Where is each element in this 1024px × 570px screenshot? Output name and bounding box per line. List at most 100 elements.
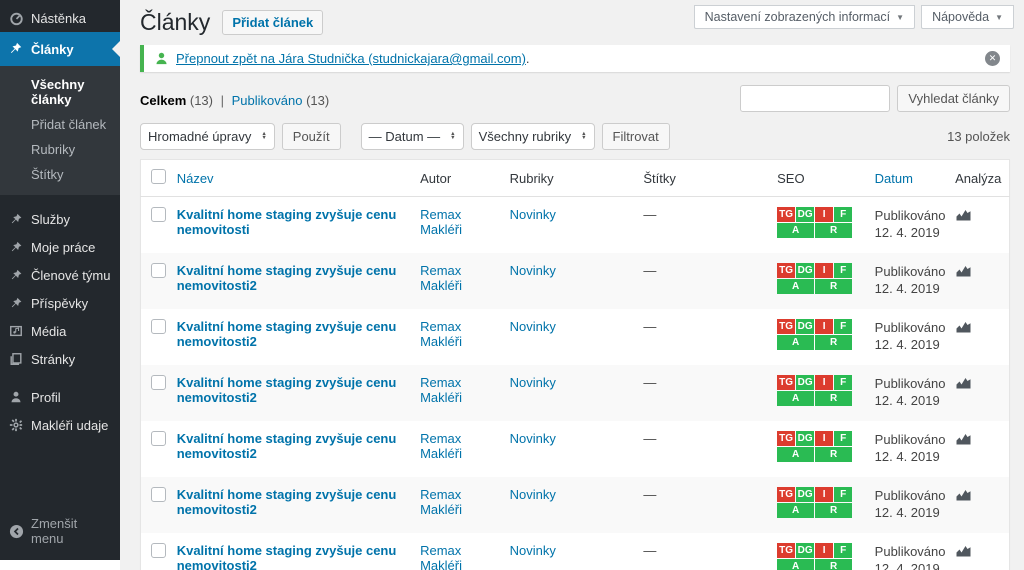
seo-badge-tg: TG	[777, 375, 795, 390]
sidebar-item-makleri-udaje[interactable]: Makléři udaje	[0, 411, 120, 439]
post-title-link[interactable]: Kvalitní home staging zvyšuje cenu nemov…	[177, 263, 397, 293]
sidebar-item-label: Příspěvky	[31, 296, 88, 311]
sidebar-item-posts[interactable]: Články	[0, 32, 120, 66]
post-category-link[interactable]: Novinky	[510, 263, 556, 278]
seo-badge-tg: TG	[777, 431, 795, 446]
submenu-categories[interactable]: Rubriky	[0, 137, 120, 162]
row-checkbox[interactable]	[151, 431, 166, 446]
post-date: 12. 4. 2019	[875, 392, 947, 409]
add-post-button[interactable]: Přidat článek	[222, 10, 323, 35]
post-category-link[interactable]: Novinky	[510, 431, 556, 446]
post-category-link[interactable]: Novinky	[510, 375, 556, 390]
analytics-chart-icon[interactable]	[955, 378, 972, 393]
submenu-add-post[interactable]: Přidat článek	[0, 112, 120, 137]
sidebar-item-pages[interactable]: Stránky	[0, 345, 120, 373]
sidebar-item-prispevky[interactable]: Příspěvky	[0, 289, 120, 317]
select-stepper-icon: ▲▼	[261, 132, 266, 141]
post-author-link[interactable]: Remax Makléři	[420, 487, 462, 517]
post-title-link[interactable]: Kvalitní home staging zvyšuje cenu nemov…	[177, 431, 397, 461]
sidebar-item-sluzby[interactable]: Služby	[0, 205, 120, 233]
post-author-link[interactable]: Remax Makléři	[420, 263, 462, 293]
submenu-all-posts[interactable]: Všechny články	[0, 72, 120, 112]
post-status: Publikováno	[875, 319, 947, 336]
posts-table-body: Kvalitní home staging zvyšuje cenu nemov…	[141, 197, 1010, 570]
analytics-chart-icon[interactable]	[955, 546, 972, 561]
seo-badge-i: I	[815, 543, 833, 558]
row-checkbox[interactable]	[151, 375, 166, 390]
analytics-chart-icon[interactable]	[955, 434, 972, 449]
post-title-link[interactable]: Kvalitní home staging zvyšuje cenu nemov…	[177, 319, 397, 349]
collapse-icon	[8, 523, 24, 539]
view-published[interactable]: Publikováno	[232, 93, 303, 108]
row-checkbox[interactable]	[151, 543, 166, 558]
seo-badge-tg: TG	[777, 487, 795, 502]
column-header-title[interactable]: Název	[177, 171, 214, 186]
post-title-link[interactable]: Kvalitní home staging zvyšuje cenu nemov…	[177, 543, 397, 570]
media-icon	[8, 323, 24, 339]
post-author-link[interactable]: Remax Makléři	[420, 375, 462, 405]
post-tags: —	[643, 207, 656, 222]
post-status: Publikováno	[875, 207, 947, 224]
sidebar-item-profile[interactable]: Profil	[0, 383, 120, 411]
sidebar-item-label: Profil	[31, 390, 61, 405]
dismiss-notice-icon[interactable]: ✕	[985, 51, 1000, 66]
seo-badge-f: F	[834, 431, 852, 446]
page-title: Články	[140, 8, 210, 36]
category-filter-select[interactable]: Všechny rubriky ▲▼	[471, 123, 595, 150]
bulk-actions-select[interactable]: Hromadné úpravy ▲▼	[140, 123, 275, 150]
screen-options-button[interactable]: Nastavení zobrazených informací ▼	[694, 5, 915, 29]
help-button[interactable]: Nápověda ▼	[921, 5, 1014, 29]
submenu-tags[interactable]: Štítky	[0, 162, 120, 187]
table-toolbar: Hromadné úpravy ▲▼ Použít — Datum — ▲▼ V…	[140, 121, 1010, 151]
analytics-chart-icon[interactable]	[955, 490, 972, 505]
post-title-link[interactable]: Kvalitní home staging zvyšuje cenu nemov…	[177, 207, 397, 237]
row-checkbox[interactable]	[151, 207, 166, 222]
collapse-menu-button[interactable]: Zmenšit menu	[0, 510, 120, 552]
user-icon	[154, 51, 169, 66]
apply-button[interactable]: Použít	[282, 123, 341, 150]
post-author-link[interactable]: Remax Makléři	[420, 207, 462, 237]
analytics-chart-icon[interactable]	[955, 210, 972, 225]
post-category-link[interactable]: Novinky	[510, 487, 556, 502]
seo-badge-a: A	[777, 223, 814, 238]
row-checkbox[interactable]	[151, 319, 166, 334]
post-author-link[interactable]: Remax Makléři	[420, 431, 462, 461]
sidebar-item-moje-prace[interactable]: Moje práce	[0, 233, 120, 261]
seo-badge-i: I	[815, 375, 833, 390]
analytics-chart-icon[interactable]	[955, 266, 972, 281]
post-author-link[interactable]: Remax Makléři	[420, 319, 462, 349]
list-views-row: Celkem (13) | Publikováno (13) Vyhledat …	[140, 85, 1010, 113]
sidebar-item-clenove-tymu[interactable]: Členové týmu	[0, 261, 120, 289]
seo-badge-tg: TG	[777, 543, 795, 558]
sidebar-item-media[interactable]: Média	[0, 317, 120, 345]
seo-badge-tg: TG	[777, 207, 795, 222]
column-header-date[interactable]: Datum	[875, 171, 913, 186]
gear-icon	[8, 417, 24, 433]
post-title-link[interactable]: Kvalitní home staging zvyšuje cenu nemov…	[177, 375, 397, 405]
post-title-link[interactable]: Kvalitní home staging zvyšuje cenu nemov…	[177, 487, 397, 517]
seo-badge-f: F	[834, 319, 852, 334]
post-category-link[interactable]: Novinky	[510, 207, 556, 222]
filter-button[interactable]: Filtrovat	[602, 123, 670, 150]
seo-badge-r: R	[815, 447, 852, 462]
post-category-link[interactable]: Novinky	[510, 543, 556, 558]
sidebar-item-label: Stránky	[31, 352, 75, 367]
seo-badge-f: F	[834, 375, 852, 390]
seo-badge-r: R	[815, 503, 852, 518]
date-filter-select[interactable]: — Datum — ▲▼	[361, 123, 464, 150]
row-checkbox[interactable]	[151, 487, 166, 502]
post-type-icon	[8, 211, 24, 227]
search-posts-button[interactable]: Vyhledat články	[897, 85, 1010, 112]
analytics-chart-icon[interactable]	[955, 322, 972, 337]
post-author-link[interactable]: Remax Makléři	[420, 543, 462, 570]
seo-badge-i: I	[815, 431, 833, 446]
seo-badge-i: I	[815, 319, 833, 334]
search-input[interactable]	[740, 85, 890, 112]
select-all-checkbox[interactable]	[151, 169, 166, 184]
seo-badge-a: A	[777, 279, 814, 294]
switch-back-link[interactable]: Přepnout zpět na Jára Studnička (studnic…	[176, 51, 526, 66]
row-checkbox[interactable]	[151, 263, 166, 278]
sidebar-item-dashboard[interactable]: Nástěnka	[0, 0, 120, 32]
post-category-link[interactable]: Novinky	[510, 319, 556, 334]
view-all[interactable]: Celkem	[140, 93, 186, 108]
